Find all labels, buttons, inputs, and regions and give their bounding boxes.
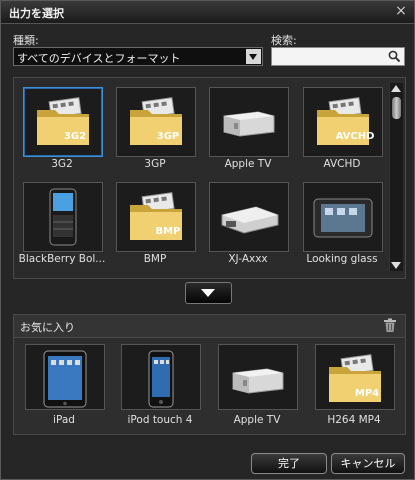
favorites-title: お気に入り — [20, 321, 75, 334]
format-tile-apple-tv[interactable] — [209, 87, 289, 157]
search-box[interactable] — [271, 47, 405, 66]
device-type-dropdown[interactable]: すべてのデバイスとフォーマット — [13, 47, 263, 66]
scroll-thumb[interactable] — [392, 97, 401, 119]
format-tile-avchd[interactable]: AVCHD — [303, 87, 383, 157]
favorite-label: iPod touch 4 — [127, 414, 193, 426]
format-label: AVCHD — [323, 158, 361, 170]
format-label: BlackBerry Bol... — [18, 253, 106, 265]
favorite-tile-ipod-touch-4[interactable] — [121, 344, 201, 410]
format-label: 3G2 — [51, 158, 73, 170]
chevron-down-icon[interactable] — [246, 49, 261, 64]
favorite-label: H264 MP4 — [327, 414, 381, 426]
cancel-button[interactable]: キャンセル — [331, 453, 405, 474]
svg-text:3GP: 3GP — [157, 131, 180, 142]
svg-text:MP4: MP4 — [355, 388, 379, 399]
format-label: XJ-Axxx — [228, 253, 268, 265]
format-tile-xj-axxx[interactable] — [209, 182, 289, 252]
done-button[interactable]: 完了 — [251, 453, 327, 474]
format-tile-blackberry-bol[interactable] — [23, 182, 103, 252]
search-icon[interactable] — [388, 50, 401, 63]
favorite-label: Apple TV — [233, 414, 281, 426]
trash-icon[interactable] — [383, 318, 397, 333]
format-label: Apple TV — [224, 158, 272, 170]
svg-text:3G2: 3G2 — [64, 131, 86, 142]
format-tile-bmp[interactable]: BMP — [116, 182, 196, 252]
format-tile-looking-glass[interactable] — [303, 182, 383, 252]
favorite-label: iPad — [53, 414, 75, 426]
scroll-up-icon[interactable] — [391, 85, 401, 92]
svg-text:BMP: BMP — [156, 226, 181, 237]
title-bar: 出力を選択 × — [1, 1, 414, 24]
device-type-value: すべてのデバイスとフォーマット — [17, 52, 181, 65]
search-input[interactable] — [276, 49, 380, 63]
show-more-button[interactable] — [185, 282, 232, 304]
favorite-tile-ipad[interactable] — [25, 344, 105, 410]
format-grid-scrollbar[interactable] — [389, 83, 403, 271]
favorite-tile-h264-mp4[interactable]: MP4 — [315, 344, 395, 410]
dialog-title: 出力を選択 — [9, 7, 64, 20]
svg-text:AVCHD: AVCHD — [336, 131, 375, 142]
search-label: 検索: — [271, 34, 297, 47]
format-label: Looking glass — [306, 253, 378, 265]
output-select-dialog: 出力を選択 × 種類: すべてのデバイスとフォーマット 検索: お気に入り 完了… — [0, 0, 415, 480]
format-tile-3g2[interactable]: 3G2 — [23, 87, 103, 157]
close-icon[interactable]: × — [394, 4, 408, 18]
format-tile-3gp[interactable]: 3GP — [116, 87, 196, 157]
format-label: 3GP — [144, 158, 166, 170]
format-label: BMP — [143, 253, 167, 265]
filter-label: 種類: — [13, 34, 39, 47]
favorites-header: お気に入り — [13, 314, 406, 337]
scroll-down-icon[interactable] — [391, 262, 401, 269]
favorite-tile-apple-tv[interactable] — [218, 344, 298, 410]
